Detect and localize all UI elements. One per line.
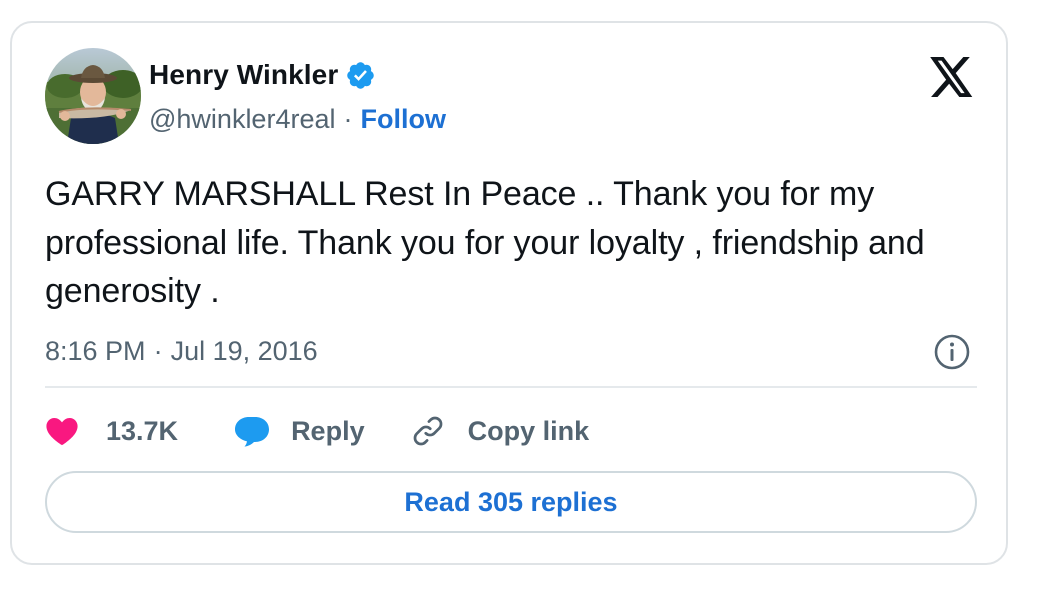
speech-bubble-icon [233,415,271,447]
reply-label: Reply [291,415,365,446]
copy-link-label: Copy link [467,415,590,446]
like-count: 13.7K [106,415,179,446]
tweet-time: 8:16 PM [45,335,146,366]
read-replies-button[interactable]: Read 305 replies [45,471,977,533]
author-name[interactable]: Henry Winkler [149,59,338,91]
x-logo-icon[interactable] [929,57,975,97]
tweet-timestamp[interactable]: 8:16 PM · Jul 19, 2016 [45,331,318,371]
follow-link[interactable]: Follow [360,104,445,135]
author-name-row[interactable]: Henry Winkler [149,57,376,93]
tweet-card: Henry Winkler @hwinkler4real · Follow GA… [10,21,1008,565]
like-button[interactable]: 13.7K [45,416,178,447]
author-handle-row: @hwinkler4real · Follow [149,101,446,137]
link-icon [410,413,446,449]
separator-dot: · [343,103,353,134]
author-handle[interactable]: @hwinkler4real [149,104,335,135]
separator-dot: · [153,335,163,366]
divider [45,386,977,388]
reply-button[interactable]: Reply [233,415,365,447]
avatar[interactable] [45,48,141,144]
info-icon[interactable] [933,333,971,371]
copy-link-button[interactable]: Copy link [410,413,590,449]
tweet-date: Jul 19, 2016 [170,335,318,366]
action-bar: 13.7K Reply Copy link [45,409,589,453]
tweet-text: GARRY MARSHALL Rest In Peace .. Thank yo… [45,175,925,310]
verified-badge-icon [345,60,376,91]
avatar-image [45,48,141,144]
heart-icon [45,416,79,446]
